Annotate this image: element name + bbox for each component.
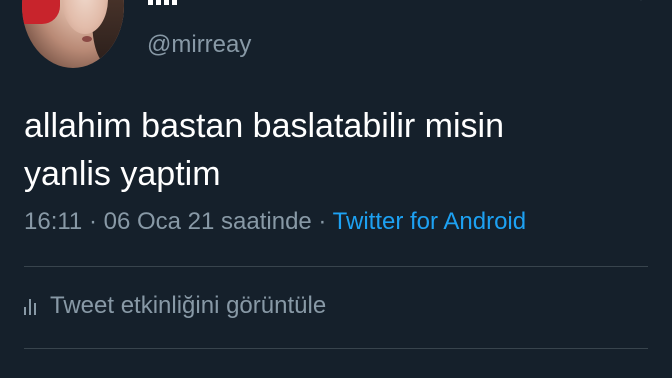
user-handle[interactable]: @mirreay [147, 31, 251, 59]
chevron-down-icon[interactable] [634, 0, 648, 4]
tweet-time[interactable]: 16:11 [24, 208, 82, 235]
view-tweet-activity-label: Tweet etkinliğini görüntüle [50, 292, 327, 319]
view-tweet-activity-button[interactable]: Tweet etkinliğini görüntüle [24, 292, 326, 320]
analytics-bars-icon [24, 297, 36, 315]
avatar[interactable] [22, 0, 124, 68]
tweet-source-link[interactable]: Twitter for Android [333, 208, 526, 235]
avatar-background [22, 0, 60, 24]
tweet-date[interactable]: 06 Oca 21 saatinde [104, 208, 312, 235]
tweet-meta: 16:11 · 06 Oca 21 saatinde · Twitter for… [24, 208, 526, 236]
tweet-text: allahim bastan baslatabilir misin yanlis… [24, 107, 505, 193]
divider [24, 348, 648, 349]
divider [24, 266, 648, 267]
avatar-mouth [82, 36, 92, 42]
display-name-cropped [148, 0, 188, 6]
meta-separator: · [82, 208, 104, 235]
meta-separator: · [311, 208, 333, 235]
